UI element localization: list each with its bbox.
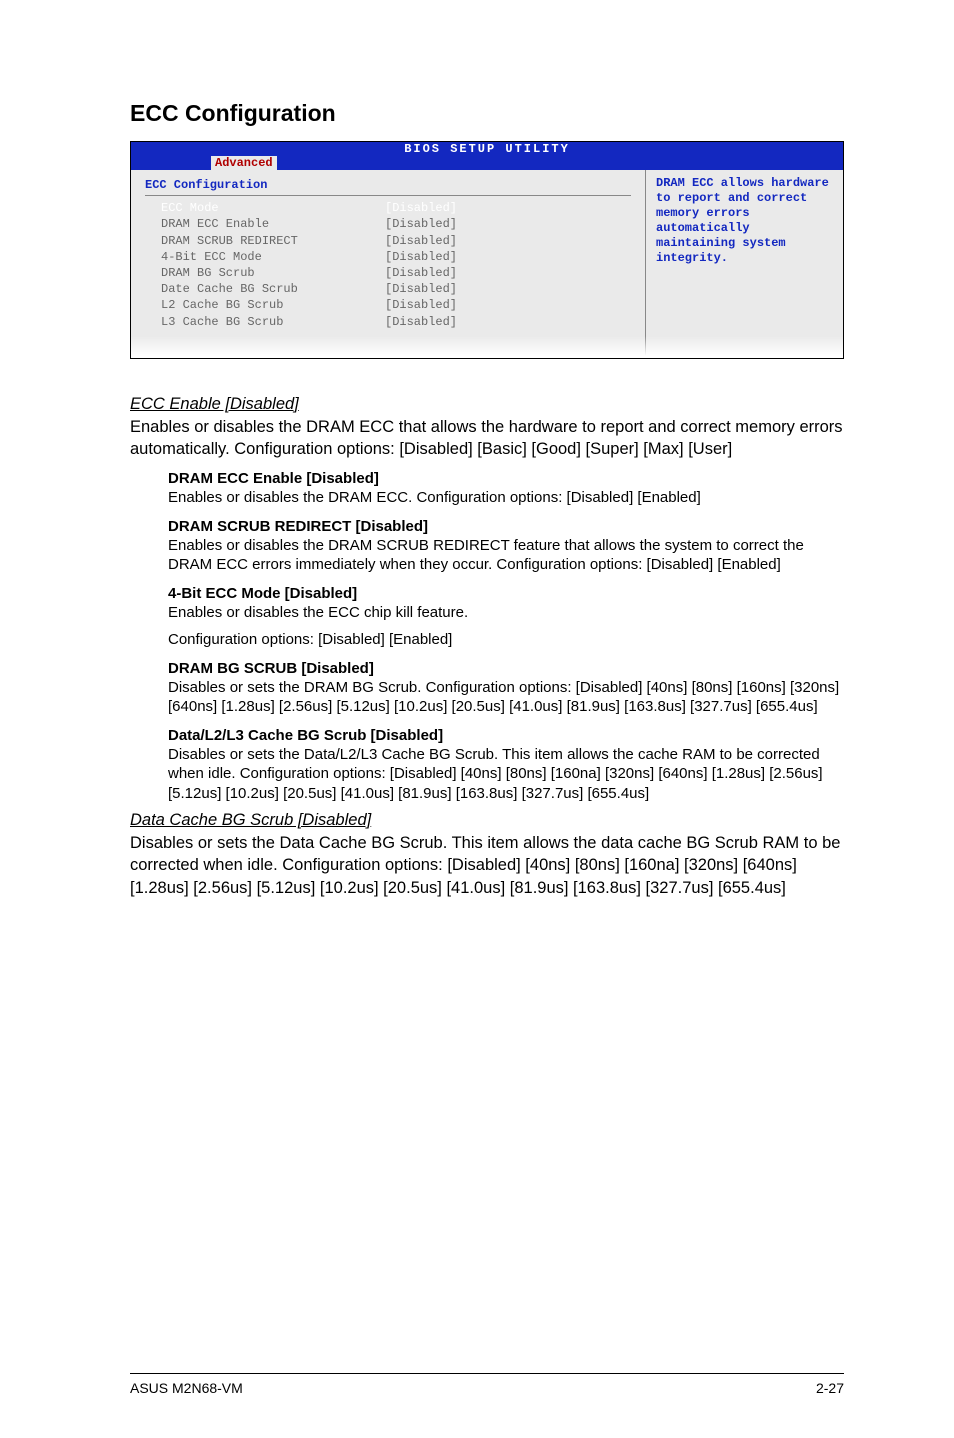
bios-left-panel: ECC Configuration ECC Mode [Disabled] DR…	[131, 170, 645, 358]
bios-row-value: [Disabled]	[385, 314, 457, 330]
bios-row[interactable]: DRAM BG Scrub [Disabled]	[145, 265, 631, 281]
bios-row-value: [Disabled]	[385, 233, 457, 249]
bios-panel: BIOS SETUP UTILITY Advanced ECC Configur…	[130, 141, 844, 359]
bios-row-label: Date Cache BG Scrub	[145, 281, 385, 297]
bios-help-panel: DRAM ECC allows hardware to report and c…	[645, 170, 843, 358]
bios-row-value: [Disabled]	[385, 249, 457, 265]
sub-body: Disables or sets the DRAM BG Scrub. Conf…	[168, 678, 844, 717]
indent-block: DRAM ECC Enable [Disabled] Enables or di…	[168, 470, 844, 803]
sub-title: DRAM SCRUB REDIRECT [Disabled]	[168, 518, 844, 535]
body-text: Enables or disables the DRAM ECC that al…	[130, 416, 844, 461]
sub-body: Enables or disables the ECC chip kill fe…	[168, 603, 844, 623]
footer-left: ASUS M2N68-VM	[130, 1380, 243, 1396]
section-title: ECC Configuration	[130, 100, 844, 127]
bios-tab-row: Advanced	[131, 156, 843, 170]
sub-title: DRAM ECC Enable [Disabled]	[168, 470, 844, 487]
bios-row[interactable]: L2 Cache BG Scrub [Disabled]	[145, 297, 631, 313]
bios-row-label: L2 Cache BG Scrub	[145, 297, 385, 313]
subsection-title: ECC Enable [Disabled]	[130, 395, 844, 414]
bios-row-label: DRAM BG Scrub	[145, 265, 385, 281]
bios-row[interactable]: DRAM ECC Enable [Disabled]	[145, 216, 631, 232]
subsection-title: Data Cache BG Scrub [Disabled]	[130, 811, 844, 830]
bios-row-value: [Disabled]	[385, 281, 457, 297]
sub-title: 4-Bit ECC Mode [Disabled]	[168, 585, 844, 602]
sub-title: DRAM BG SCRUB [Disabled]	[168, 660, 844, 677]
bios-panel-heading: ECC Configuration	[145, 176, 631, 196]
bios-row-label: 4-Bit ECC Mode	[145, 249, 385, 265]
bios-row-value: [Disabled]	[385, 216, 457, 232]
bios-row[interactable]: 4-Bit ECC Mode [Disabled]	[145, 249, 631, 265]
bios-active-tab: Advanced	[211, 156, 277, 170]
bios-row[interactable]: ECC Mode [Disabled]	[145, 200, 631, 216]
sub-body: Disables or sets the Data/L2/L3 Cache BG…	[168, 745, 844, 804]
bios-row-value: [Disabled]	[385, 297, 457, 313]
bios-title: BIOS SETUP UTILITY	[131, 142, 843, 156]
sub-body: Configuration options: [Disabled] [Enabl…	[168, 630, 844, 650]
bios-row-value: [Disabled]	[385, 265, 457, 281]
body-text: Disables or sets the Data Cache BG Scrub…	[130, 832, 844, 899]
sub-title: Data/L2/L3 Cache BG Scrub [Disabled]	[168, 727, 844, 744]
sub-body: Enables or disables the DRAM SCRUB REDIR…	[168, 536, 844, 575]
bios-row-label: ECC Mode	[145, 200, 385, 216]
page-footer: ASUS M2N68-VM 2-27	[130, 1373, 844, 1396]
footer-right: 2-27	[816, 1380, 844, 1396]
bios-row[interactable]: L3 Cache BG Scrub [Disabled]	[145, 314, 631, 330]
bios-row-label: L3 Cache BG Scrub	[145, 314, 385, 330]
bios-row[interactable]: DRAM SCRUB REDIRECT [Disabled]	[145, 233, 631, 249]
bios-row-value: [Disabled]	[385, 200, 457, 216]
sub-body: Enables or disables the DRAM ECC. Config…	[168, 488, 844, 508]
bios-row[interactable]: Date Cache BG Scrub [Disabled]	[145, 281, 631, 297]
bios-help-text: DRAM ECC allows hardware to report and c…	[656, 176, 829, 265]
bios-row-label: DRAM ECC Enable	[145, 216, 385, 232]
bios-row-label: DRAM SCRUB REDIRECT	[145, 233, 385, 249]
